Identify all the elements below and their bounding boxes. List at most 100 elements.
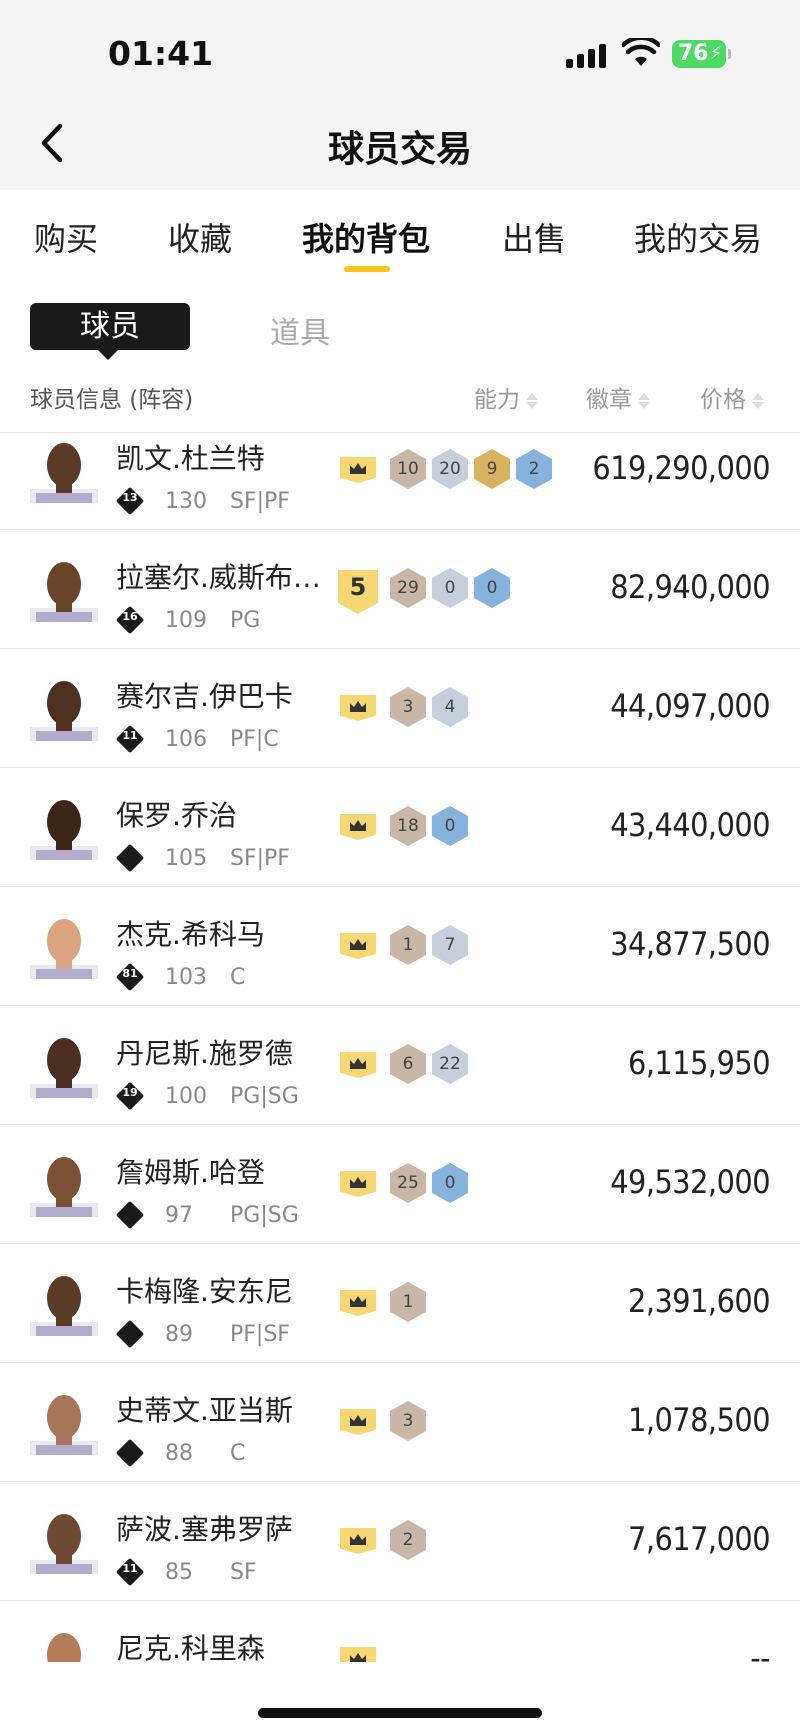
status-time: 01:41 — [108, 34, 214, 73]
player-name: 史蒂文.亚当斯 — [116, 1394, 293, 1427]
player-position: PF|C — [230, 727, 279, 752]
player-row[interactable]: 卡梅隆.安东尼 89 PF|SF 1 2,391,600 — [0, 1244, 800, 1363]
tier-icon — [115, 843, 145, 873]
page-title: 球员交易 — [327, 129, 472, 170]
badge-count: 0 — [474, 568, 510, 608]
subtab-items[interactable]: 道具 — [270, 308, 330, 352]
sort-icon — [752, 391, 764, 411]
badge-count: 2 — [390, 1520, 426, 1560]
wifi-icon — [622, 38, 660, 66]
subtab-players[interactable]: 球员 — [30, 303, 190, 360]
tab-my-backpack[interactable]: 我的背包 — [302, 214, 430, 260]
player-rating: 103 — [165, 965, 207, 990]
tier-label: 19 — [122, 1086, 138, 1099]
player-avatar — [30, 1038, 98, 1098]
player-price: -- — [750, 1639, 770, 1662]
column-badge-label: 徽章 — [586, 387, 632, 413]
tier-icon: 11 — [115, 1557, 145, 1587]
crown-icon — [340, 933, 376, 959]
badge-count: 0 — [432, 806, 468, 846]
player-row[interactable]: 杰克.希科马 81 103 C 1 7 34,877,500 — [0, 887, 800, 1006]
crown-icon — [340, 1647, 376, 1662]
player-avatar — [30, 681, 98, 741]
player-row[interactable]: 尼克.科里森 -- — [0, 1601, 800, 1662]
badge-count: 2 — [516, 449, 552, 489]
crown-icon — [340, 1409, 376, 1435]
player-position: PG|SG — [230, 1084, 299, 1109]
player-position: PF|SF — [230, 1322, 290, 1347]
player-rating: 106 — [165, 727, 207, 752]
player-row[interactable]: 凯文.杜兰特 13 130 SF|PF 10 20 9 2 619,290,000 — [0, 433, 800, 530]
tier-label: 11 — [122, 729, 138, 742]
player-name: 丹尼斯.施罗德 — [116, 1037, 293, 1070]
cellular-signal-icon — [566, 42, 608, 68]
player-row[interactable]: 赛尔吉.伊巴卡 11 106 PF|C 3 4 44,097,000 — [0, 649, 800, 768]
badge-count: 0 — [432, 1163, 468, 1203]
tier-icon: 13 — [115, 486, 145, 516]
active-tab-indicator — [344, 266, 390, 272]
column-price-sort[interactable]: 价格 — [700, 380, 764, 414]
player-avatar — [30, 1157, 98, 1217]
player-row[interactable]: 詹姆斯.哈登 97 PG|SG 25 0 49,532,000 — [0, 1125, 800, 1244]
tab-my-trades[interactable]: 我的交易 — [634, 214, 762, 260]
tier-label: 11 — [122, 1562, 138, 1575]
crown-icon — [340, 457, 376, 483]
tab-favorites[interactable]: 收藏 — [168, 214, 232, 260]
player-name: 保罗.乔治 — [116, 799, 237, 832]
player-position: SF|PF — [230, 846, 290, 871]
column-price-label: 价格 — [700, 387, 746, 413]
crown-icon — [340, 695, 376, 721]
column-player-info: 球员信息 (阵容) — [30, 387, 194, 413]
player-row[interactable]: 保罗.乔治 105 SF|PF 18 0 43,440,000 — [0, 768, 800, 887]
badge-count: 0 — [432, 568, 468, 608]
tab-bar: 购买 收藏 我的背包 出售 我的交易 — [0, 190, 800, 280]
crown-icon — [340, 1052, 376, 1078]
player-name: 尼克.科里森 — [116, 1632, 265, 1662]
player-row[interactable]: 丹尼斯.施罗德 19 100 PG|SG 6 22 6,115,950 — [0, 1006, 800, 1125]
badge-count: 20 — [432, 449, 468, 489]
player-rating: 89 — [165, 1322, 193, 1347]
badge-count: 1 — [390, 1282, 426, 1322]
tab-sell[interactable]: 出售 — [502, 214, 566, 260]
player-avatar — [30, 562, 98, 622]
player-position: C — [230, 965, 246, 990]
home-indicator — [258, 1708, 542, 1718]
status-bar: 01:41 76 ⚡ — [0, 0, 800, 100]
sort-icon — [526, 391, 538, 411]
player-price: 6,115,950 — [628, 1044, 770, 1082]
player-name: 卡梅隆.安东尼 — [116, 1275, 293, 1308]
tab-buy[interactable]: 购买 — [34, 214, 98, 260]
tier-icon — [115, 1438, 145, 1468]
tier-label: 81 — [122, 967, 138, 980]
player-price: 2,391,600 — [628, 1282, 770, 1320]
badge-count: 3 — [390, 687, 426, 727]
tier-icon: 16 — [115, 605, 145, 635]
player-avatar — [47, 1633, 81, 1662]
player-price: 7,617,000 — [628, 1520, 770, 1558]
badge-count: 4 — [432, 687, 468, 727]
player-row[interactable]: 史蒂文.亚当斯 88 C 3 1,078,500 — [0, 1363, 800, 1482]
tier-icon: 11 — [115, 724, 145, 754]
badge-count: 18 — [390, 806, 426, 846]
player-rating: 88 — [165, 1441, 193, 1466]
battery-level: 76 — [678, 41, 709, 66]
badge-count: 9 — [474, 449, 510, 489]
battery-icon: 76 ⚡ — [672, 40, 731, 68]
player-avatar — [30, 1276, 98, 1336]
column-badge-sort[interactable]: 徽章 — [586, 380, 650, 414]
crown-icon — [340, 1528, 376, 1554]
tier-icon: 19 — [115, 1081, 145, 1111]
player-position: PG — [230, 608, 261, 633]
player-name: 萨波.塞弗罗萨 — [116, 1513, 293, 1546]
sort-icon — [638, 391, 650, 411]
column-ability-sort[interactable]: 能力 — [474, 380, 538, 414]
badge-count: 29 — [390, 568, 426, 608]
crown-icon — [340, 1290, 376, 1316]
column-ability-label: 能力 — [474, 387, 520, 413]
badge-count: 1 — [390, 925, 426, 965]
tier-icon — [115, 1200, 145, 1230]
player-position: SF — [230, 1560, 257, 1585]
badge-count: 6 — [390, 1044, 426, 1084]
player-row[interactable]: 萨波.塞弗罗萨 11 85 SF 2 7,617,000 — [0, 1482, 800, 1601]
player-row[interactable]: 拉塞尔.威斯布… 16 109 PG 5 29 0 0 82,940,000 — [0, 530, 800, 649]
